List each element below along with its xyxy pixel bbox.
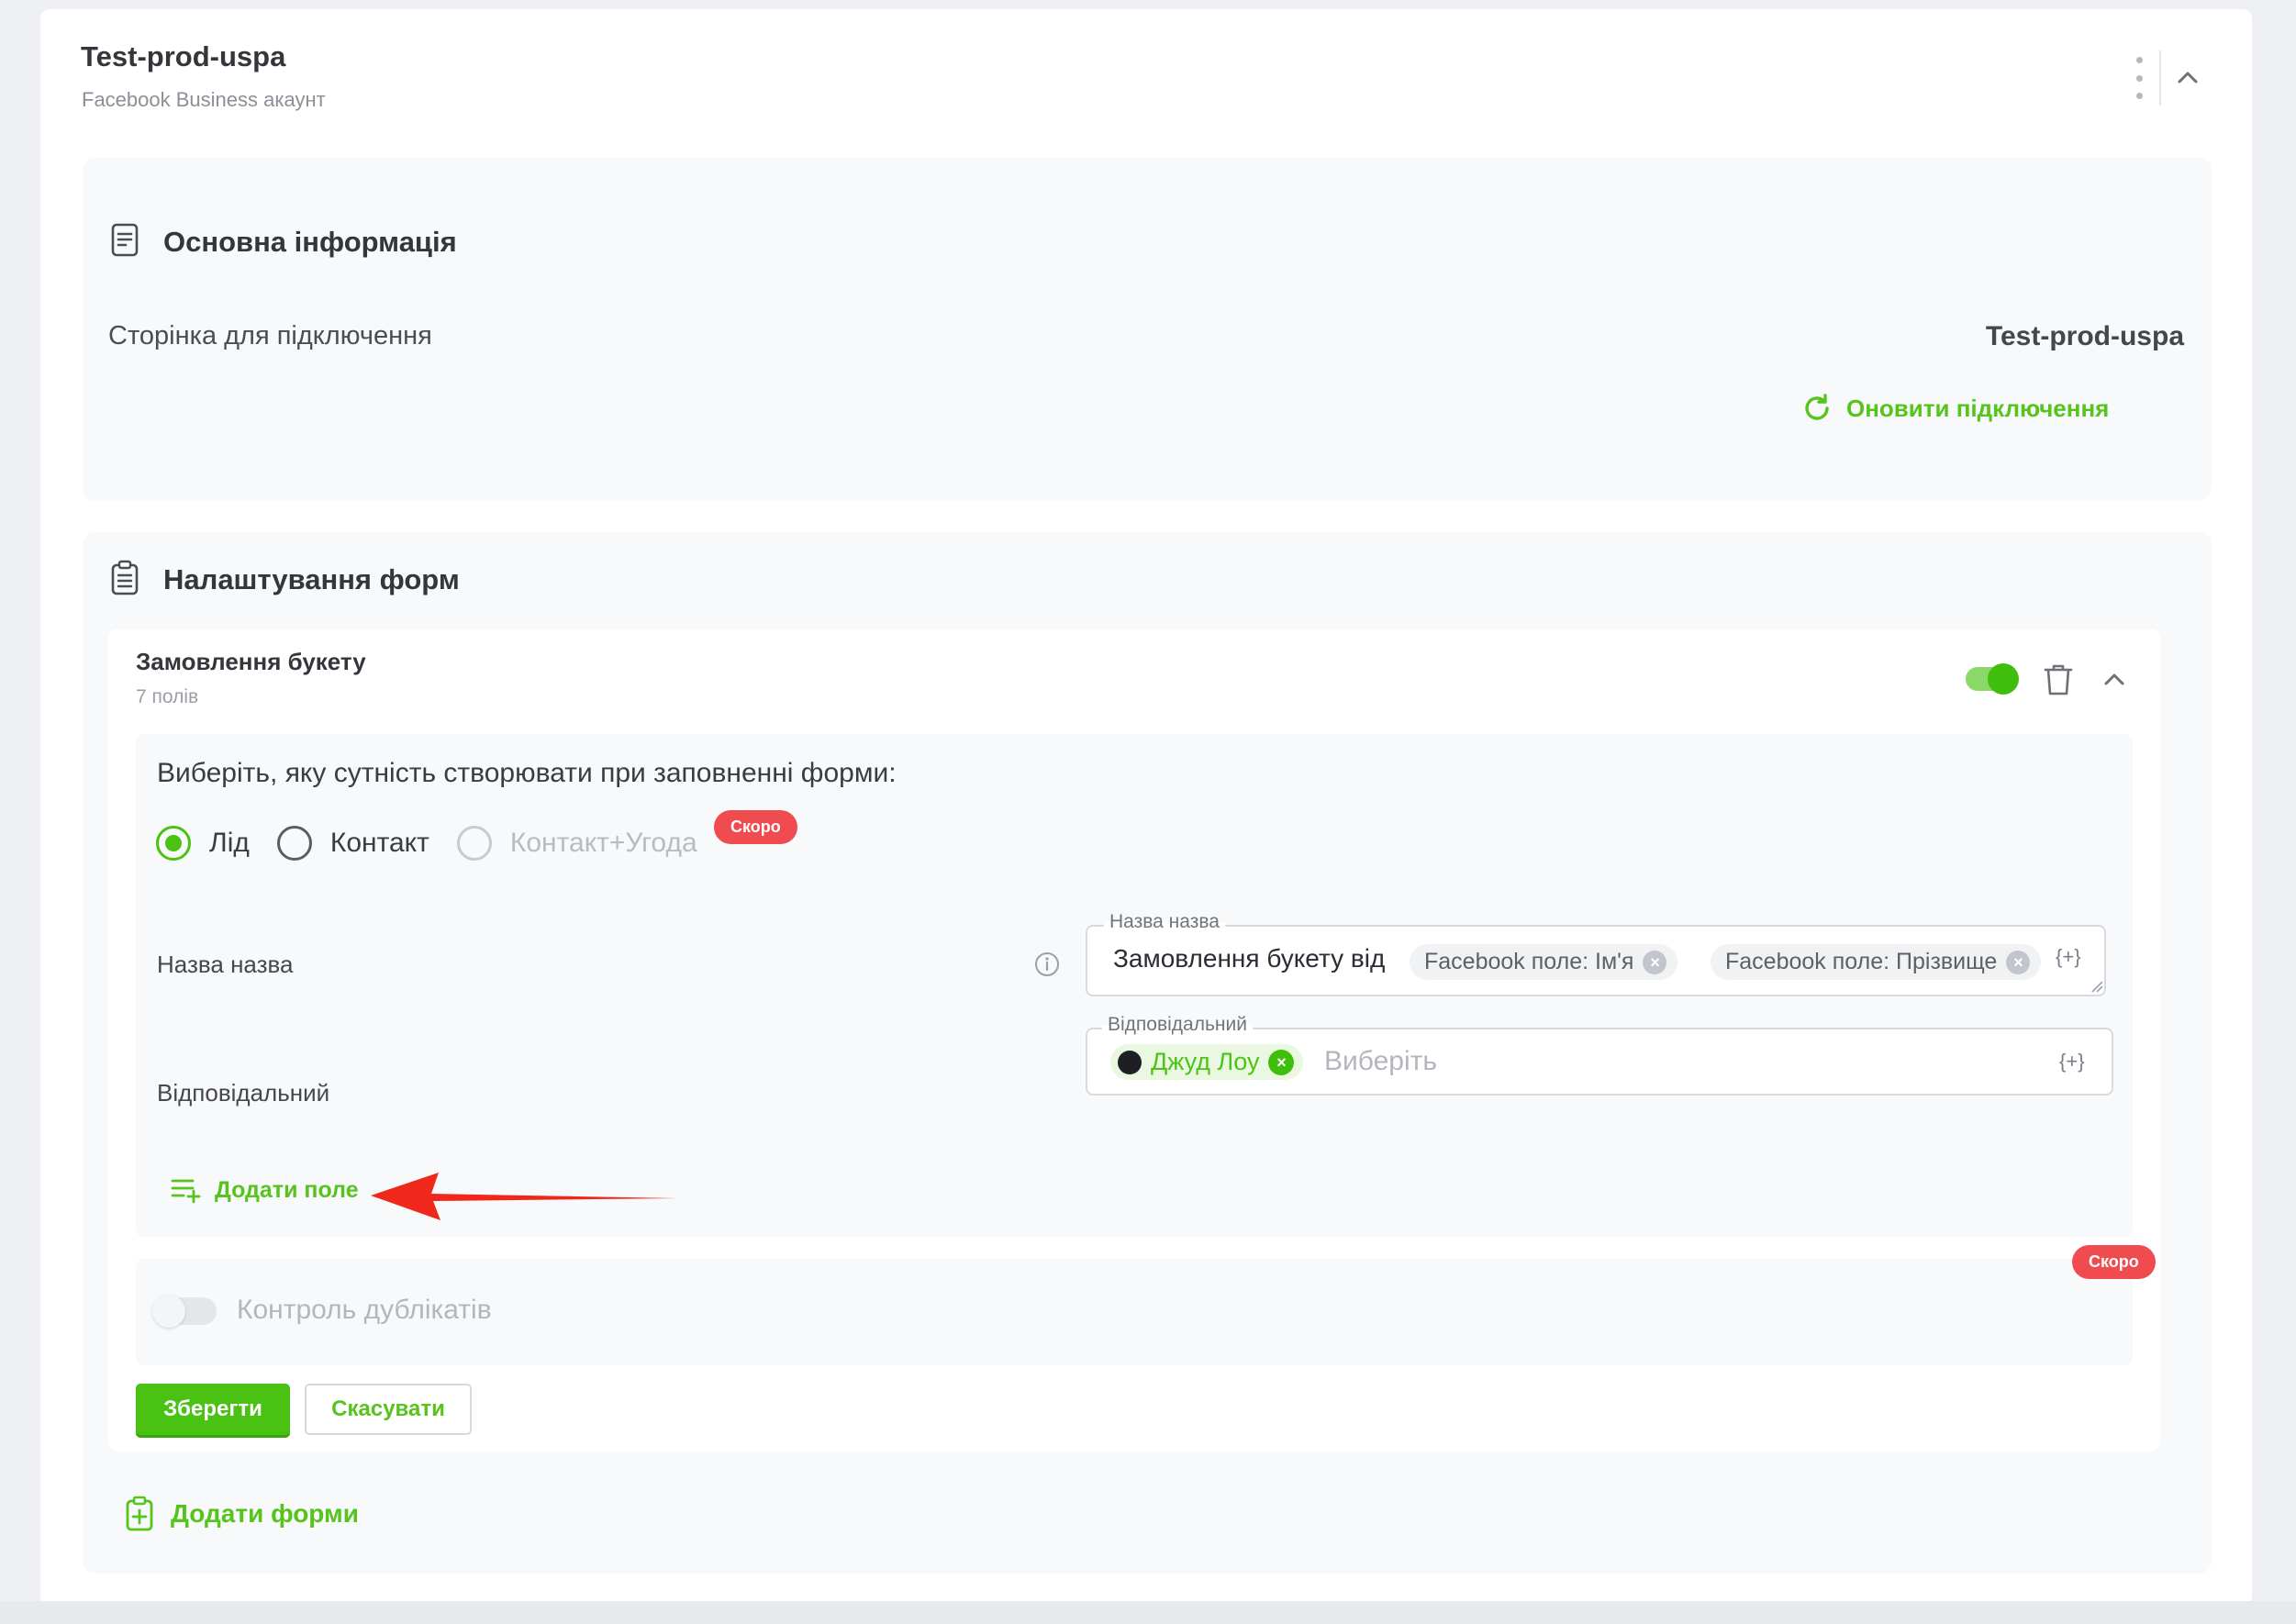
form-title: Замовлення букету (136, 648, 366, 675)
soon-badge: Скоро (714, 810, 797, 844)
chip-label: Facebook поле: Ім'я (1424, 949, 1634, 974)
close-icon[interactable]: × (1268, 1049, 1295, 1075)
avatar (1118, 1050, 1142, 1074)
resize-handle-icon[interactable] (2090, 980, 2103, 993)
close-icon[interactable]: × (2006, 950, 2031, 974)
account-subtitle: Facebook Business акаунт (82, 88, 326, 111)
page-label: Сторінка для підключення (108, 321, 432, 350)
responsible-user-name: Джуд Лоу (1151, 1048, 1260, 1075)
entity-radio-group: Лід Контакт Контакт+Угода (156, 826, 725, 861)
chevron-up-icon[interactable] (2100, 664, 2129, 694)
clipboard-plus-icon (126, 1496, 153, 1531)
chip-label: Facebook поле: Прізвище (1725, 949, 1998, 974)
red-arrow-annotation (371, 1173, 677, 1220)
close-icon[interactable]: × (1643, 950, 1667, 974)
basic-info-title: Основна інформація (163, 226, 457, 258)
cancel-button[interactable]: Скасувати (305, 1384, 472, 1435)
refresh-icon (1805, 394, 1829, 420)
add-list-icon (171, 1179, 201, 1204)
name-field-legend: Назва назва (1104, 911, 1225, 933)
add-forms-button[interactable]: Додати форми (125, 1496, 359, 1532)
refresh-connection-button[interactable]: Оновити підключення (1800, 392, 2109, 425)
add-field-button[interactable]: Додати поле (171, 1176, 359, 1204)
insert-variable-button[interactable]: {+} (2059, 1050, 2085, 1073)
kebab-menu-icon[interactable] (2127, 57, 2151, 99)
radio-contact-deal-label: Контакт+Угода (509, 828, 697, 858)
radio-lead[interactable] (156, 826, 191, 861)
info-icon[interactable] (1033, 951, 1061, 978)
name-template-text[interactable]: Замовлення букету від (1113, 944, 1385, 973)
forms-settings-title: Налаштування форм (163, 563, 460, 595)
page-value: Test-prod-uspa (1985, 321, 2184, 351)
name-row-label: Назва назва (157, 951, 294, 978)
duplicates-toggle (152, 1295, 217, 1328)
radio-contact-deal (456, 826, 492, 861)
insert-variable-button[interactable]: {+} (2056, 945, 2081, 969)
responsible-field-legend: Відповідальний (1102, 1014, 1253, 1036)
duplicates-label: Контроль дублікатів (237, 1295, 492, 1325)
responsible-placeholder[interactable]: Виберіть (1324, 1046, 1437, 1077)
chevron-up-icon[interactable] (2173, 62, 2202, 92)
trash-icon[interactable] (2043, 662, 2074, 697)
save-button[interactable]: Зберегти (136, 1384, 290, 1435)
soon-badge: Скоро (2072, 1245, 2156, 1279)
header-divider (2159, 50, 2161, 106)
form-fields-count: 7 полів (136, 686, 199, 707)
add-field-label: Додати поле (215, 1176, 359, 1203)
radio-contact[interactable] (276, 826, 312, 861)
responsible-row-label: Відповідальний (157, 1079, 330, 1107)
form-enabled-toggle[interactable] (1966, 663, 2019, 695)
clipboard-icon (111, 560, 139, 595)
facebook-field-chip[interactable]: Facebook поле: Ім'я × (1410, 944, 1678, 980)
refresh-connection-label: Оновити підключення (1846, 394, 2110, 422)
responsible-user-chip[interactable]: Джуд Лоу × (1110, 1044, 1304, 1080)
entity-question: Виберіть, яку сутність створювати при за… (157, 758, 897, 788)
add-forms-label: Додати форми (171, 1499, 359, 1528)
facebook-field-chip[interactable]: Facebook поле: Прізвище × (1711, 944, 2042, 980)
page-bottom-shade (0, 1601, 2296, 1624)
document-icon (111, 223, 139, 257)
radio-contact-label[interactable]: Контакт (330, 828, 429, 859)
radio-lead-label[interactable]: Лід (209, 828, 250, 859)
account-title: Test-prod-uspa (81, 40, 286, 72)
